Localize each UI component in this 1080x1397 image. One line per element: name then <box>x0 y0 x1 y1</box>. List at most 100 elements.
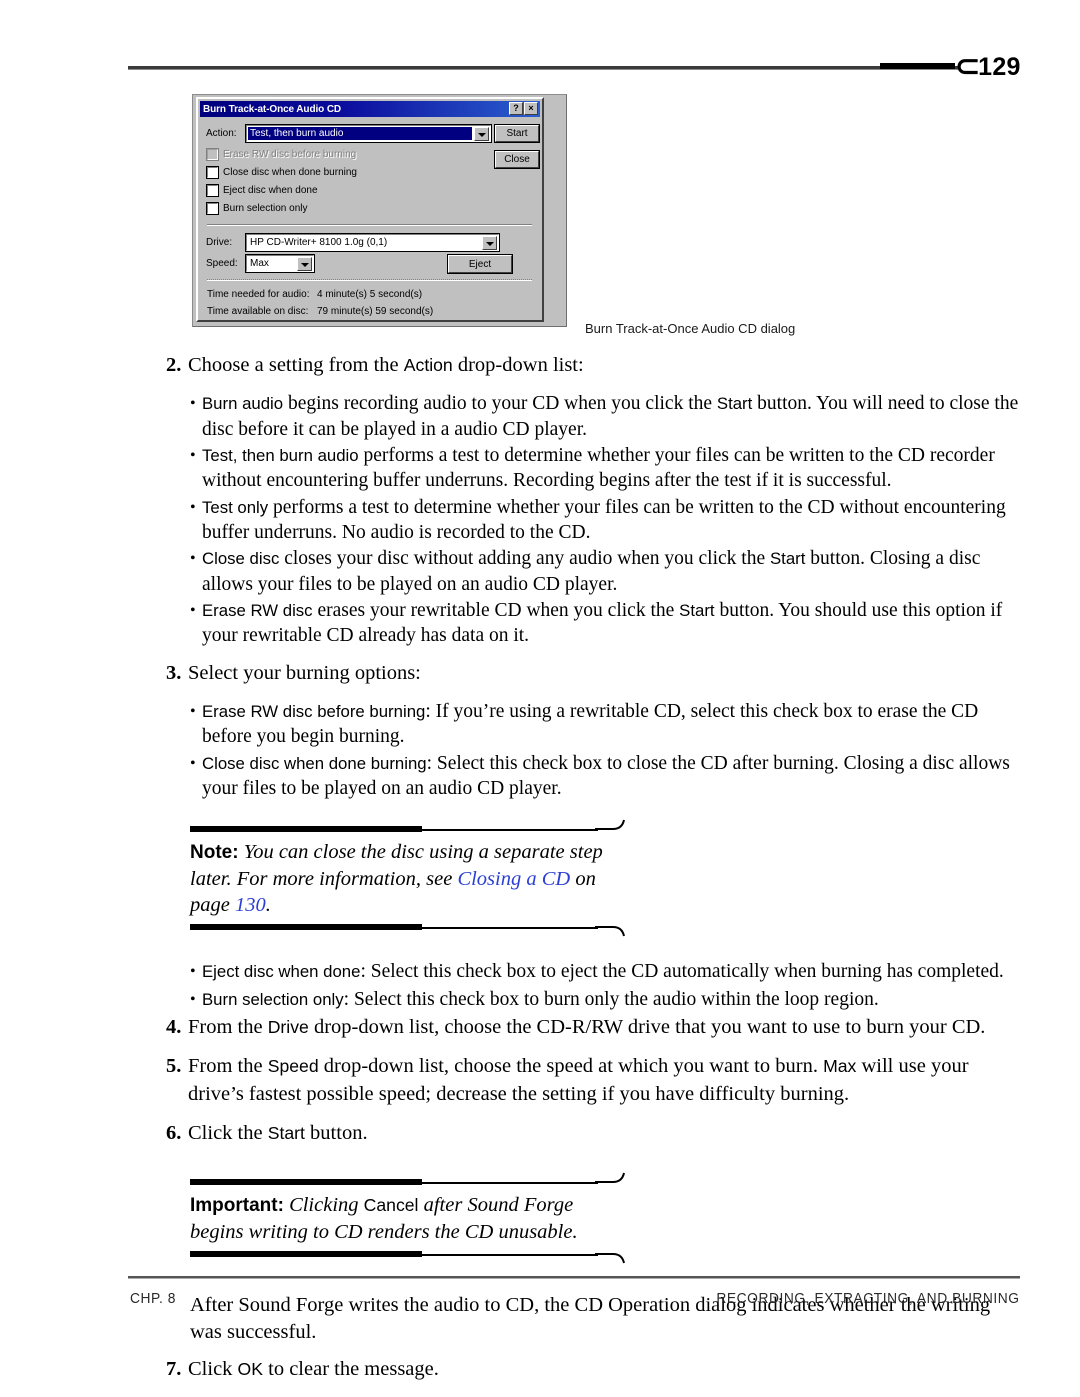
step-3: 3. Select your burning options: <box>0 660 1080 687</box>
checkbox-icon[interactable] <box>206 202 219 215</box>
step-text: Click OK to clear the message. <box>188 1358 439 1381</box>
dialog-title: Burn Track-at-Once Audio CD <box>203 103 342 115</box>
step-4: 4. From the Drive drop-down list, choose… <box>0 1014 1080 1041</box>
chevron-down-icon[interactable] <box>297 256 312 271</box>
ui-term: Close disc <box>202 549 280 569</box>
checkbox-icon[interactable] <box>206 184 219 197</box>
ui-term-ok: OK <box>237 1359 263 1380</box>
action-selected-value: Test, then burn audio <box>248 127 472 140</box>
bullet-icon: • <box>190 550 196 568</box>
step-text: From the Speed drop-down list, choose th… <box>188 1055 969 1105</box>
hook-up-icon <box>595 1172 625 1184</box>
checkbox-label: Close disc when done burning <box>223 167 357 178</box>
time-needed-label: Time needed for audio: <box>207 289 310 300</box>
hook-up-icon <box>595 820 625 831</box>
callout-rule-top <box>190 820 627 833</box>
rule-thin <box>422 1182 598 1185</box>
ui-term: Burn audio <box>202 394 284 414</box>
figure-caption: Burn Track-at-Once Audio CD dialog <box>585 321 796 336</box>
bullet-icon: • <box>190 990 196 1008</box>
note-text: Note: You can close the disc using a sep… <box>190 841 603 916</box>
bullet-text: Test, then burn audio performs a test to… <box>202 444 995 492</box>
callout-rule-bottom <box>190 924 627 937</box>
step-number: 6. <box>166 1121 182 1144</box>
close-button[interactable]: Close <box>494 150 540 169</box>
note-keyword: Note: <box>190 842 239 864</box>
drive-selected-value: HP CD-Writer+ 8100 1.0g (0,1) <box>250 237 388 248</box>
chevron-down-icon[interactable] <box>482 235 497 250</box>
checkbox-icon[interactable] <box>206 166 219 179</box>
main-content: 2. Choose a setting from the Action drop… <box>0 352 1080 1385</box>
bullet-text: Erase RW disc before burning: If you’re … <box>202 700 979 748</box>
ui-term: Close disc when done burning <box>202 753 427 773</box>
bullet-icon: • <box>190 702 196 720</box>
action-dropdown[interactable]: Test, then burn audio <box>245 124 492 143</box>
rule-thin <box>422 927 598 930</box>
important-keyword: Important: <box>190 1195 284 1217</box>
help-icon[interactable]: ? <box>509 102 523 115</box>
bullet-icon: • <box>190 963 196 981</box>
note-link-closing-a-cd[interactable]: Closing a CD <box>457 868 570 890</box>
checkbox-icon[interactable] <box>206 148 219 161</box>
bullet-burn-selection-only: • Burn selection only: Select this check… <box>0 987 1080 1014</box>
rule-thick <box>190 1250 422 1257</box>
bullet-burn-audio: • Burn audio begins recording audio to y… <box>0 391 1080 442</box>
bullet-close-disc-when-done-burning: • Close disc when done burning: Select t… <box>0 751 1080 802</box>
header-rule-thick <box>880 63 955 69</box>
dialog-titlebar: Burn Track-at-Once Audio CD ? × <box>200 101 540 117</box>
checkbox-eject-disc-when-done[interactable]: Eject disc when done <box>206 184 318 197</box>
step-number: 5. <box>166 1055 182 1078</box>
step-number: 2. <box>166 354 182 376</box>
checkbox-burn-selection-only[interactable]: Burn selection only <box>206 202 308 215</box>
bullet-test-only: • Test only performs a test to determine… <box>0 495 1080 546</box>
drive-dropdown[interactable]: HP CD-Writer+ 8100 1.0g (0,1) <box>245 233 500 252</box>
hook-down-icon <box>595 926 625 937</box>
checkbox-label: Eject disc when done <box>223 185 318 196</box>
close-button-label: Close <box>504 154 530 165</box>
bullet-eject-disc-when-done: • Eject disc when done: Select this chec… <box>0 959 1080 986</box>
bullet-erase-rw-disc: • Erase RW disc erases your rewritable C… <box>0 598 1080 649</box>
burn-track-at-once-dialog: Burn Track-at-Once Audio CD ? × Action: … <box>196 97 544 322</box>
ui-term: Test, then burn audio <box>202 445 359 465</box>
bullet-text: Erase RW disc erases your rewritable CD … <box>202 600 1003 647</box>
ui-term-cancel: Cancel <box>363 1195 419 1216</box>
bullet-test-then-burn-audio: • Test, then burn audio performs a test … <box>0 443 1080 494</box>
step-5: 5. From the Speed drop-down list, choose… <box>0 1053 1080 1108</box>
hook-down-icon <box>595 1252 625 1263</box>
speed-row: Speed: Max <box>206 254 315 273</box>
step-text: Choose a setting from the Action drop-do… <box>188 354 584 376</box>
start-button[interactable]: Start <box>494 124 540 143</box>
page-number-group: ⊂ 129 <box>955 50 1021 84</box>
speed-dropdown[interactable]: Max <box>245 254 315 273</box>
close-icon[interactable]: × <box>524 102 538 115</box>
time-needed-value: 4 minute(s) 5 second(s) <box>317 289 423 300</box>
note-link-page-130[interactable]: 130 <box>235 894 266 916</box>
ui-term: Eject disc when done <box>202 962 361 982</box>
bullet-text: Close disc when done burning: Select thi… <box>202 752 1010 799</box>
bullet-erase-rw-before-burning: • Erase RW disc before burning: If you’r… <box>0 699 1080 750</box>
eject-button[interactable]: Eject <box>447 254 513 274</box>
step-number: 4. <box>166 1016 182 1039</box>
ui-term: Start <box>770 549 806 569</box>
divider-1 <box>207 224 532 226</box>
checkbox-close-disc-when-done-burning[interactable]: Close disc when done burning <box>206 166 357 179</box>
action-label: Action: <box>206 128 237 139</box>
footer-section-title: RECORDING, EXTRACTING, AND BURNING <box>716 1290 1020 1307</box>
divider-2 <box>207 279 532 281</box>
note-callout: Note: You can close the disc using a sep… <box>190 812 627 943</box>
rule-thin <box>422 1253 598 1256</box>
step-number: 3. <box>166 661 182 684</box>
speed-selected-value: Max <box>250 258 269 269</box>
chevron-down-icon[interactable] <box>474 126 489 141</box>
header-rule-shadow <box>128 69 958 70</box>
bullet-icon: • <box>190 602 196 619</box>
checkbox-erase-rw-before-burning[interactable]: Erase RW disc before burning <box>206 148 356 161</box>
time-available-value: 79 minute(s) 59 second(s) <box>317 306 434 317</box>
time-available-label: Time available on disc: <box>207 306 309 317</box>
rule-thin <box>422 829 598 832</box>
important-text: Important: Clicking Cancel after Sound F… <box>190 1194 578 1243</box>
eject-button-label: Eject <box>468 258 492 270</box>
page-number: 129 <box>978 52 1021 81</box>
step-6: 6. Click the Start button. <box>0 1120 1080 1147</box>
bullet-icon: • <box>190 395 196 413</box>
